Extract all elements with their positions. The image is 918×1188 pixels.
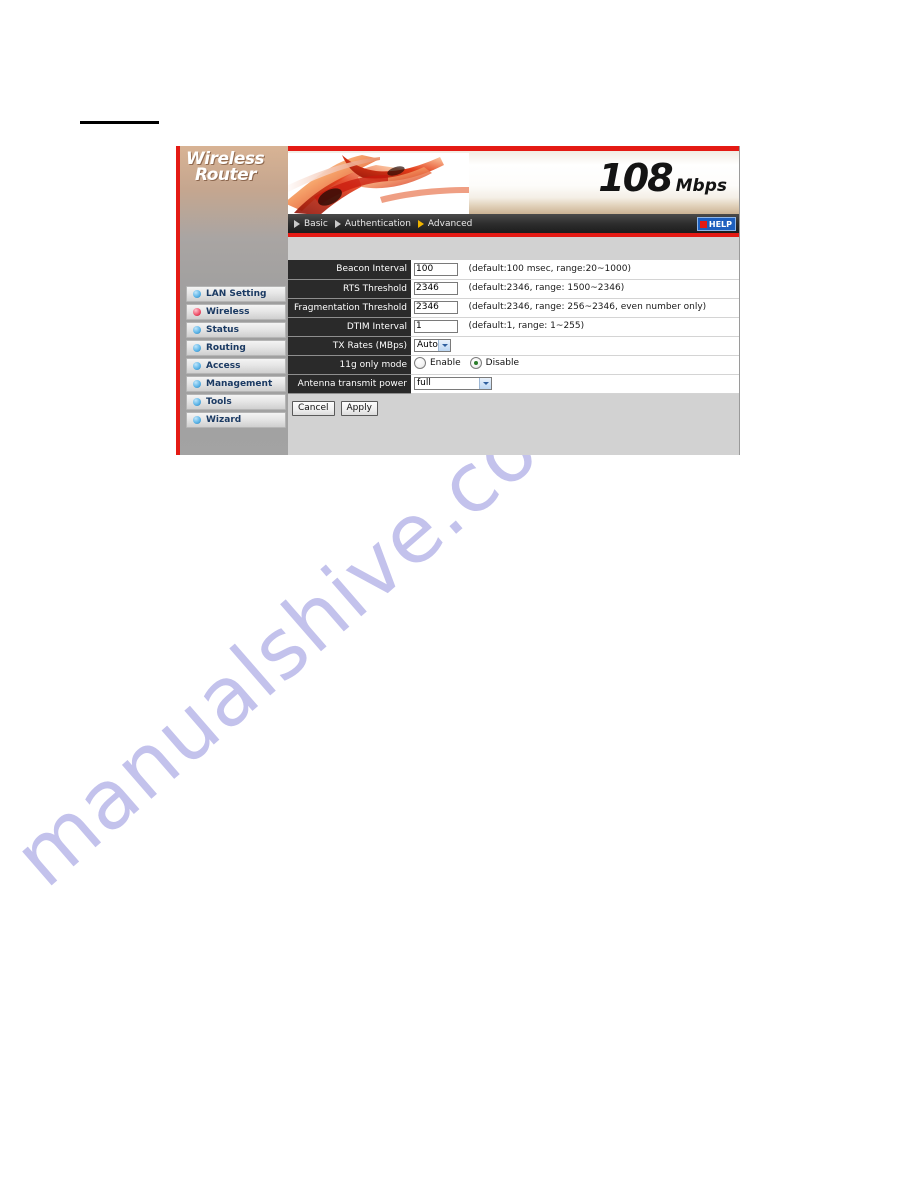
table-row: Antenna transmit power full — [288, 374, 739, 394]
product-banner: 108 Mbps — [288, 146, 739, 214]
row-value: full — [411, 374, 739, 394]
tab-basic[interactable]: Basic — [294, 219, 328, 229]
row-hint: (default:100 msec, range:20~1000) — [468, 264, 631, 275]
bullet-icon — [193, 380, 201, 388]
site-watermark: manualshive.com — [0, 348, 918, 1050]
apply-button[interactable]: Apply — [340, 400, 378, 416]
sidebar-item-label: Status — [206, 325, 239, 335]
row-label: Fragmentation Threshold — [288, 298, 411, 318]
sidebar-item-label: Tools — [206, 397, 232, 407]
row-hint: (default:2346, range: 1500~2346) — [468, 283, 625, 294]
tab-label: Advanced — [427, 218, 473, 229]
sidebar-item-label: Wireless — [206, 307, 250, 317]
row-label: DTIM Interval — [288, 317, 411, 337]
product-brand: Wireless Router — [180, 151, 288, 185]
tab-advanced[interactable]: Advanced — [417, 218, 473, 229]
brand-line-2: Router — [195, 165, 257, 185]
table-row: Fragmentation Threshold (default:2346, r… — [288, 298, 739, 318]
row-label: Antenna transmit power — [288, 374, 411, 394]
radio-icon-checked — [469, 356, 482, 369]
tx-rates-selected-value: Auto — [417, 340, 438, 351]
sidebar-item-wizard[interactable]: Wizard — [186, 412, 286, 428]
arrow-right-icon-active — [417, 219, 424, 228]
row-label: 11g only mode — [288, 355, 411, 375]
tab-label: Authentication — [344, 218, 411, 229]
rts-threshold-input[interactable] — [414, 281, 458, 295]
tab-authentication[interactable]: Authentication — [334, 218, 411, 229]
bullet-icon — [193, 398, 201, 406]
row-hint: (default:2346, range: 256~2346, even num… — [468, 302, 707, 313]
redacted-heading-rule — [80, 121, 159, 124]
speed-unit: Mbps — [675, 176, 727, 196]
form-button-bar: Cancel Apply — [288, 400, 739, 416]
fragmentation-threshold-input[interactable] — [414, 300, 458, 314]
dtim-interval-input[interactable] — [414, 319, 458, 333]
bullet-icon — [193, 362, 201, 370]
row-label: Beacon Interval — [288, 260, 411, 280]
tx-rates-select[interactable]: Auto — [414, 338, 451, 352]
row-value: (default:1, range: 1~255) — [411, 317, 739, 337]
sidebar-item-tools[interactable]: Tools — [186, 394, 286, 410]
sidebar-item-label: Routing — [206, 343, 246, 353]
radio-icon — [414, 356, 426, 369]
bullet-icon-active — [193, 308, 201, 316]
cancel-button[interactable]: Cancel — [292, 400, 335, 416]
chevron-down-icon — [479, 377, 491, 389]
sidebar-item-label: LAN Setting — [206, 289, 267, 299]
bullet-icon — [193, 290, 201, 298]
chevron-down-icon — [438, 339, 450, 351]
table-row: RTS Threshold (default:2346, range: 1500… — [288, 279, 739, 299]
arrow-right-icon — [334, 219, 341, 228]
radio-label: Enable — [430, 357, 461, 368]
sidebar-item-access[interactable]: Access — [186, 358, 286, 374]
advanced-settings-form: Beacon Interval (default:100 msec, range… — [288, 237, 739, 455]
row-value: (default:2346, range: 1500~2346) — [411, 279, 739, 299]
sidebar-item-status[interactable]: Status — [186, 322, 286, 338]
bullet-icon — [193, 326, 201, 334]
table-row: TX Rates (MBps) Auto — [288, 336, 739, 356]
help-icon — [699, 220, 707, 228]
radio-option-disable[interactable]: Disable — [469, 356, 520, 369]
help-button[interactable]: HELP — [696, 217, 736, 231]
settings-table: Beacon Interval (default:100 msec, range… — [288, 260, 739, 394]
row-value: (default:2346, range: 256~2346, even num… — [411, 298, 739, 318]
sidebar-item-label: Management — [206, 379, 273, 389]
row-label: TX Rates (MBps) — [288, 336, 411, 356]
sidebar-item-label: Wizard — [206, 415, 242, 425]
abstract-splash-graphic — [288, 153, 469, 214]
table-row: DTIM Interval (default:1, range: 1~255) — [288, 317, 739, 337]
antenna-power-selected-value: full — [417, 378, 431, 389]
help-label: HELP — [708, 219, 732, 229]
top-nav-bar: Basic Authentication Advanced HELP — [288, 214, 739, 237]
antenna-transmit-power-select[interactable]: full — [414, 376, 492, 390]
sidebar-item-management[interactable]: Management — [186, 376, 286, 392]
bullet-icon — [193, 344, 201, 352]
beacon-interval-input[interactable] — [414, 262, 458, 276]
sidebar: Wireless Router LAN Setting Wireless Sta… — [176, 146, 288, 455]
bullet-icon — [193, 416, 201, 424]
row-hint: (default:1, range: 1~255) — [468, 321, 585, 332]
speed-badge: 108 Mbps — [598, 159, 727, 197]
arrow-right-icon — [294, 219, 300, 228]
sidebar-item-wireless[interactable]: Wireless — [186, 304, 286, 320]
row-value: Auto — [411, 336, 739, 356]
row-label: RTS Threshold — [288, 279, 411, 299]
row-value: (default:100 msec, range:20~1000) — [411, 260, 739, 280]
sidebar-item-label: Access — [206, 361, 241, 371]
sidebar-item-routing[interactable]: Routing — [186, 340, 286, 356]
radio-label: Disable — [485, 357, 520, 368]
router-admin-ui: Wireless Router LAN Setting Wireless Sta… — [176, 146, 740, 455]
tab-label: Basic — [304, 218, 328, 229]
sidebar-item-lan-setting[interactable]: LAN Setting — [186, 286, 286, 302]
radio-option-enable[interactable]: Enable — [414, 356, 461, 369]
speed-number: 108 — [598, 156, 673, 200]
content-column: 108 Mbps Basic Authentication Advanced H… — [288, 146, 740, 455]
11g-only-mode-radio-group: Enable Disable — [414, 356, 528, 369]
table-row: 11g only mode Enable Disable — [288, 355, 739, 375]
table-row: Beacon Interval (default:100 msec, range… — [288, 260, 739, 280]
row-value: Enable Disable — [411, 355, 739, 375]
sidebar-menu: LAN Setting Wireless Status Routing Acce… — [186, 286, 286, 430]
